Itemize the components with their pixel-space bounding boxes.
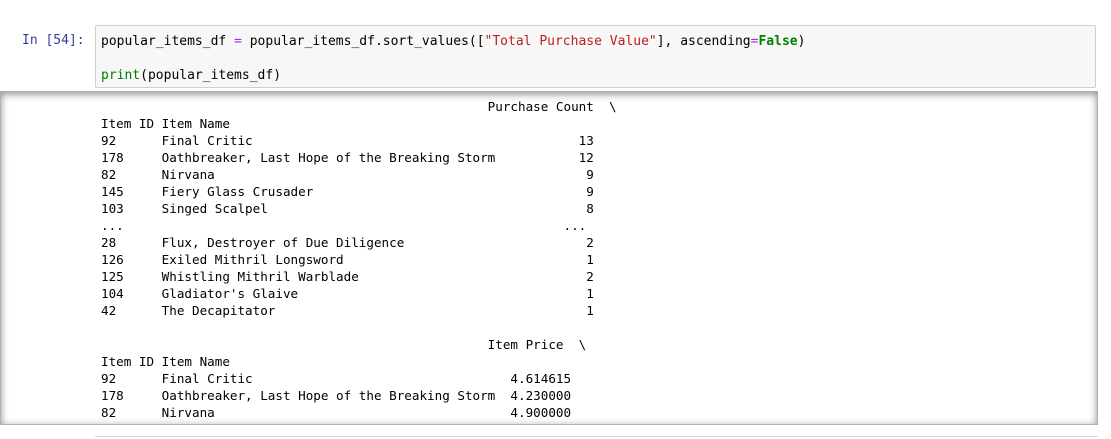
output-line: 178 Oathbreaker, Last Hope of the Breaki… <box>101 150 617 165</box>
output-line: 125 Whistling Mithril Warblade 2 <box>101 269 617 284</box>
output-line: Item Price \ <box>101 337 587 352</box>
output-line: 42 The Decapitator 1 <box>101 303 617 318</box>
output-line: 92 Final Critic 13 <box>101 133 617 148</box>
output-line: ... ... <box>101 218 609 233</box>
output-line: 145 Fiery Glass Crusader 4.580000 <box>101 421 617 424</box>
output-scroll-area[interactable]: Purchase Count \ Item ID Item Name 92 Fin… <box>0 91 1098 425</box>
code-token-call: popular_items_df.sort_values([ <box>241 34 485 49</box>
output-line: 103 Singed Scalpel 8 <box>101 201 617 216</box>
output-line: 104 Gladiator's Glaive 1 <box>101 286 617 301</box>
output-text: Purchase Count \ Item ID Item Name 92 Fin… <box>101 98 617 424</box>
code-token-operator: = <box>234 34 242 49</box>
output-line: 28 Flux, Destroyer of Due Diligence 2 <box>101 235 617 250</box>
code-token-variable: popular_items_df <box>101 34 235 49</box>
code-token-kwarg: ], ascending <box>656 34 751 49</box>
input-prompt: In [54]: <box>22 33 85 48</box>
output-line: 178 Oathbreaker, Last Hope of the Breaki… <box>101 388 587 403</box>
output-line: Item ID Item Name <box>101 116 617 131</box>
code-token-keyword: False <box>758 34 798 49</box>
cell-divider <box>95 436 1098 437</box>
output-line: 82 Nirvana 9 <box>101 167 617 182</box>
code-line-1[interactable]: popular_items_df = popular_items_df.sort… <box>101 34 805 49</box>
code-token-builtin: print <box>101 68 141 83</box>
code-token-string: "Total Purchase Value" <box>484 34 657 49</box>
code-cell-editor[interactable]: popular_items_df = popular_items_df.sort… <box>95 25 1096 88</box>
output-line: 82 Nirvana 4.900000 <box>101 405 587 420</box>
notebook: In [54]: popular_items_df = popular_item… <box>0 0 1111 439</box>
code-token-args: (popular_items_df) <box>140 68 282 83</box>
output-line: 145 Fiery Glass Crusader 9 <box>101 184 617 199</box>
output-line: 92 Final Critic 4.614615 <box>101 371 587 386</box>
output-line: Item ID Item Name <box>101 354 587 369</box>
output-line: Purchase Count \ <box>101 99 617 114</box>
output-line: 126 Exiled Mithril Longsword 1 <box>101 252 617 267</box>
code-line-2[interactable]: print(popular_items_df) <box>101 68 281 83</box>
code-token-paren: ) <box>797 34 806 49</box>
